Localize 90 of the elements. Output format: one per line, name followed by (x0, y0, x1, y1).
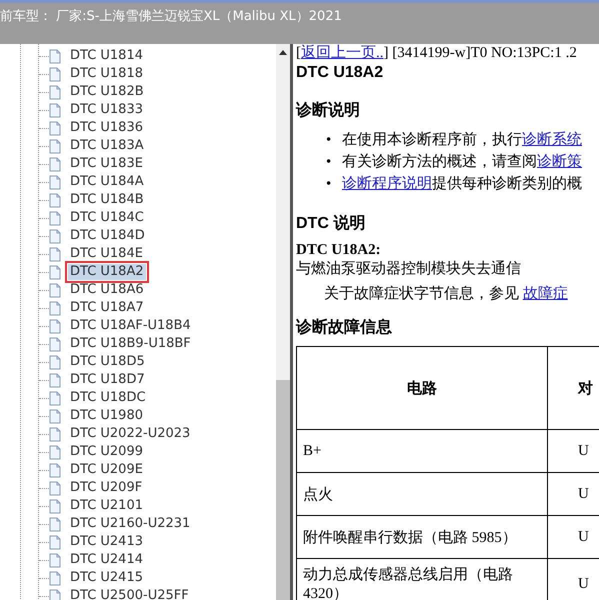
doc-link[interactable]: 诊断系统 (522, 132, 582, 148)
back-link[interactable]: 返回上一页.. (301, 45, 384, 61)
document-icon (49, 138, 61, 154)
doc-link[interactable]: 诊断程序说明 (342, 176, 432, 192)
column-header: 电路 (296, 346, 548, 430)
tree-item[interactable]: DTC U2415 (68, 570, 145, 586)
tree-item[interactable]: DTC U182B (68, 84, 146, 100)
tree-item[interactable]: DTC U18B9-U18BF (68, 336, 193, 352)
document-icon (49, 318, 61, 334)
document-icon (49, 66, 61, 82)
document-icon (49, 516, 61, 532)
document-icon (49, 588, 61, 600)
tree-item[interactable]: DTC U18D5 (68, 354, 147, 370)
tree-item[interactable]: DTC U184C (68, 210, 146, 226)
tree-item[interactable]: DTC U18A7 (68, 300, 146, 316)
tree-item[interactable]: DTC U183A (68, 138, 146, 154)
window-title: 前车型： 厂家:S-上海雪佛兰迈锐宝XL（Malibu XL）2021 (0, 8, 343, 25)
tree-item[interactable]: DTC U2160-U2231 (68, 516, 192, 532)
tree-item[interactable]: DTC U1833 (68, 102, 145, 118)
tree-item[interactable]: DTC U1814 (68, 48, 145, 64)
table-cell: 附件唤醒串行数据（电路 5985） (296, 516, 548, 558)
section-heading: 诊断故障信息 (296, 317, 393, 338)
document-icon (49, 372, 61, 388)
document-icon (49, 354, 61, 370)
tree-item[interactable]: DTC U2022-U2023 (68, 426, 192, 442)
scroll-up-icon[interactable] (279, 50, 287, 55)
document-icon (49, 408, 61, 424)
section-heading: 诊断说明 (296, 100, 361, 121)
bullet-text: 有关诊断方法的概述，请查阅诊断策 (342, 152, 582, 172)
tree-item[interactable]: DTC U184A (68, 174, 146, 190)
tree-item[interactable]: DTC U184E (68, 246, 145, 262)
tree-item[interactable]: DTC U18A2 (68, 264, 146, 280)
tree-item[interactable]: DTC U1818 (68, 66, 145, 82)
table-cell: 点火 (296, 472, 548, 516)
document-icon (49, 192, 61, 208)
tree-item[interactable]: DTC U183E (68, 156, 145, 172)
bullet-mark: • (326, 131, 332, 150)
tree-item[interactable]: DTC U2099 (68, 444, 145, 460)
document-icon (49, 426, 61, 442)
doc-link[interactable]: 诊断策 (537, 154, 582, 170)
document-icon (49, 246, 61, 262)
tree-item[interactable]: DTC U184B (68, 192, 146, 208)
dtc-description: 与燃油泵驱动器控制模块失去通信 (296, 260, 522, 278)
document-icon (49, 120, 61, 136)
dtc-code: DTC U18A2: (296, 242, 382, 259)
page-title: DTC U18A2 (296, 64, 384, 82)
tree-item[interactable]: DTC U184D (68, 228, 147, 244)
bullet-text: 在使用本诊断程序前，执行诊断系统 (342, 130, 582, 150)
tree-item[interactable]: DTC U1980 (68, 408, 145, 424)
document-icon (49, 300, 61, 316)
document-icon (49, 552, 61, 568)
document-icon (49, 336, 61, 352)
document-icon (49, 48, 61, 64)
note-text: 关于故障症状字节信息，参见 故障症 (324, 284, 569, 303)
tree-item[interactable]: DTC U2101 (68, 498, 145, 514)
table-cell: B+ (296, 430, 548, 472)
document-icon (49, 264, 61, 280)
bullet-text: 诊断程序说明提供每种诊断类别的概 (342, 174, 582, 194)
document-icon (49, 102, 61, 118)
scroll-thumb[interactable] (276, 380, 290, 600)
bullet-mark: • (326, 175, 332, 194)
tree-item[interactable]: DTC U2413 (68, 534, 145, 550)
document-icon (49, 84, 61, 100)
doc-link[interactable]: 故障症 (522, 286, 568, 302)
bullet-mark: • (326, 153, 332, 172)
tree-item[interactable]: DTC U1836 (68, 120, 145, 136)
tree-item[interactable]: DTC U18A6 (68, 282, 146, 298)
document-icon (49, 282, 61, 298)
tree-item[interactable]: DTC U209E (68, 462, 145, 478)
section-heading: DTC 说明 (296, 214, 366, 234)
tree-item[interactable]: DTC U2414 (68, 552, 145, 568)
column-header: 对 (548, 346, 599, 430)
tree-item[interactable]: DTC U18D7 (68, 372, 147, 388)
document-icon (49, 480, 61, 496)
document-icon (49, 462, 61, 478)
tree-item[interactable]: DTC U209F (68, 480, 144, 496)
document-icon (49, 534, 61, 550)
document-icon (49, 156, 61, 172)
tree-item[interactable]: DTC U2500-U25FF (68, 588, 191, 600)
document-icon (49, 498, 61, 514)
breadcrumb-line: [返回上一页..] [3414199-w]T0 NO:13PC:1 .2 (296, 44, 578, 62)
document-icon (49, 444, 61, 460)
document-icon (49, 210, 61, 226)
document-icon (49, 174, 61, 190)
document-icon (49, 570, 61, 586)
tree-item[interactable]: DTC U18DC (68, 390, 148, 406)
scrollbar[interactable] (276, 44, 290, 600)
document-icon (49, 228, 61, 244)
tree-item[interactable]: DTC U18AF-U18B4 (68, 318, 193, 334)
document-icon (49, 390, 61, 406)
